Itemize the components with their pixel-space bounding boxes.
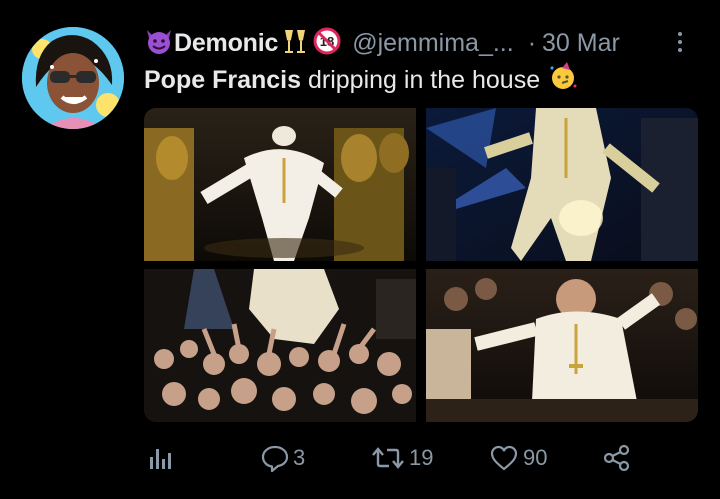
retweet-button[interactable]: 19: [371, 440, 433, 476]
user-handle[interactable]: @jemmima_...: [352, 29, 514, 58]
media-grid: [144, 108, 698, 422]
retweet-count: 19: [409, 445, 434, 470]
tweet-text-bold: Pope Francis: [144, 66, 301, 94]
reply-count: 3: [293, 445, 306, 470]
like-button[interactable]: 90: [489, 440, 547, 476]
heart-icon: [489, 444, 519, 472]
retweet-icon: [371, 444, 405, 472]
no-one-under-18-emoji: 18: [312, 26, 342, 61]
champagne-glasses-emoji: [282, 26, 308, 61]
display-name[interactable]: Demonic: [174, 29, 278, 58]
media-image-3[interactable]: [144, 269, 416, 422]
tweet-text: Pope Francis dripping in the house: [144, 62, 578, 99]
smiling-devil-emoji: [144, 26, 174, 61]
more-options-icon[interactable]: [670, 28, 690, 56]
like-count: 90: [523, 445, 548, 470]
action-bar: 3 19 90: [148, 440, 648, 476]
tweet-text-body: dripping in the house: [308, 66, 541, 94]
share-icon: [603, 444, 631, 472]
media-image-2[interactable]: [426, 108, 698, 261]
views-button[interactable]: [148, 440, 172, 476]
separator-dot: ·: [527, 28, 537, 57]
media-image-1[interactable]: [144, 108, 416, 261]
tweet-header: Demonic 18 @jemmima_... · 30 Mar: [144, 26, 690, 60]
reply-button[interactable]: 3: [261, 440, 305, 476]
reply-icon: [261, 444, 289, 472]
avatar[interactable]: [22, 27, 124, 129]
media-image-4[interactable]: [426, 269, 698, 422]
analytics-icon: [148, 445, 172, 471]
partying-face-emoji: [548, 62, 578, 99]
share-button[interactable]: [603, 440, 631, 476]
tweet-date[interactable]: 30 Mar: [542, 29, 620, 58]
